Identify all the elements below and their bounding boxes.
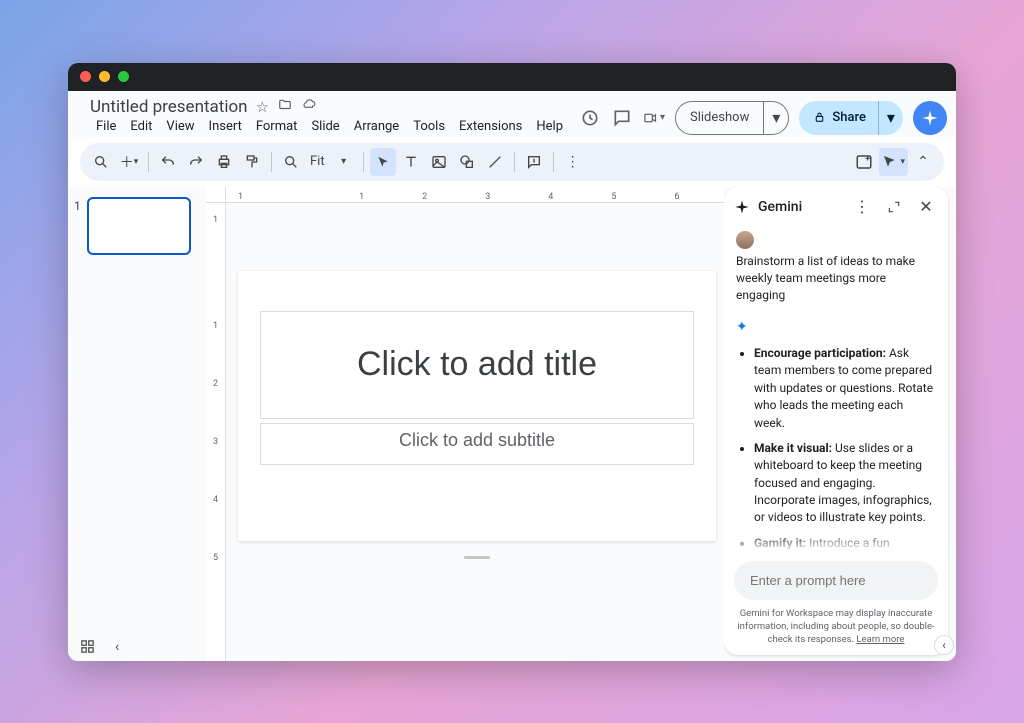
gemini-more-icon[interactable]: ⋮	[850, 195, 874, 219]
menu-bar: File Edit View Insert Format Slide Arran…	[90, 116, 569, 137]
create-image-icon[interactable]	[851, 148, 877, 176]
ruler-horizontal: 11234567	[226, 187, 724, 203]
bottom-bar: ‹	[80, 639, 119, 655]
undo-icon[interactable]	[155, 148, 181, 176]
gemini-spark-icon	[734, 199, 750, 215]
menu-slide[interactable]: Slide	[305, 116, 345, 137]
gemini-expand-icon[interactable]	[882, 195, 906, 219]
select-tool-icon[interactable]	[370, 148, 396, 176]
ruler-corner	[206, 187, 226, 203]
gemini-response-icon: ✦	[736, 317, 936, 337]
more-tools-icon[interactable]: ⋮	[560, 148, 586, 176]
content-area: 1 11234567 112345 Click to add title Cli…	[68, 187, 956, 661]
ruler-vertical: 112345	[206, 203, 226, 661]
header-right: ▾ Slideshow ▾ Share ▾	[579, 97, 956, 135]
comment-add-icon[interactable]	[521, 148, 547, 176]
grid-view-icon[interactable]	[80, 639, 95, 654]
slide-number: 1	[74, 199, 81, 651]
gemini-user-prompt: Brainstorm a list of ideas to make weekl…	[736, 253, 936, 305]
menu-tools[interactable]: Tools	[407, 116, 451, 137]
title-placeholder-text: Click to add title	[357, 345, 597, 384]
gemini-title: Gemini	[758, 199, 842, 215]
toolbar: ＋▾ Fit ▾ ⋮ ▾ ⌃	[80, 143, 944, 181]
menu-extensions[interactable]: Extensions	[453, 116, 528, 137]
gemini-close-icon[interactable]: ✕	[914, 195, 938, 219]
gemini-user-avatar	[736, 231, 754, 249]
gemini-prompt-input[interactable]	[734, 561, 938, 600]
menu-edit[interactable]: Edit	[124, 116, 158, 137]
subtitle-placeholder-box[interactable]: Click to add subtitle	[260, 423, 694, 465]
history-icon[interactable]	[579, 107, 601, 129]
subtitle-placeholder-text: Click to add subtitle	[399, 430, 555, 451]
explore-chevron-icon[interactable]: ‹	[115, 639, 119, 655]
slideshow-dropdown[interactable]: ▾	[763, 102, 788, 134]
list-item: Make it visual: Use slides or a whiteboa…	[754, 440, 936, 527]
menu-format[interactable]: Format	[250, 116, 304, 137]
side-panel-toggle[interactable]: ‹	[934, 635, 954, 655]
slideshow-button[interactable]: Slideshow	[676, 110, 763, 125]
share-button[interactable]: Share	[799, 110, 878, 125]
title-row: Untitled presentation ☆	[90, 97, 569, 117]
menu-view[interactable]: View	[160, 116, 200, 137]
filmstrip: 1	[68, 187, 206, 661]
new-slide-button[interactable]: ＋▾	[116, 148, 142, 176]
list-item: Encourage participation: Ask team member…	[754, 345, 936, 432]
menu-file[interactable]: File	[90, 116, 122, 137]
slide-thumbnail[interactable]	[87, 197, 191, 255]
gemini-spark-button[interactable]	[913, 101, 947, 135]
app-window: Untitled presentation ☆ File Edit View I…	[68, 63, 956, 661]
app-header: Untitled presentation ☆ File Edit View I…	[68, 91, 956, 137]
menu-help[interactable]: Help	[530, 116, 569, 137]
document-title[interactable]: Untitled presentation	[90, 97, 248, 117]
window-minimize-button[interactable]	[99, 71, 110, 82]
share-label: Share	[832, 110, 866, 125]
gemini-response-list: Encourage participation: Ask team member…	[736, 345, 936, 553]
header-middle: Untitled presentation ☆ File Edit View I…	[90, 97, 569, 137]
gemini-panel: Gemini ⋮ ✕ Brainstorm a list of ideas to…	[724, 187, 948, 655]
textbox-icon[interactable]	[398, 148, 424, 176]
gemini-header: Gemini ⋮ ✕	[724, 187, 948, 227]
share-group: Share ▾	[799, 101, 903, 135]
zoom-dropdown[interactable]: ▾	[331, 148, 357, 176]
hide-menus-icon[interactable]: ⌃	[910, 148, 936, 176]
star-icon[interactable]: ☆	[256, 98, 269, 116]
window-titlebar	[68, 63, 956, 91]
title-placeholder-box[interactable]: Click to add title	[260, 311, 694, 419]
line-icon[interactable]	[482, 148, 508, 176]
pen-tool-icon[interactable]: ▾	[879, 148, 908, 176]
paint-format-icon[interactable]	[239, 148, 265, 176]
menu-arrange[interactable]: Arrange	[348, 116, 405, 137]
zoom-fit-label[interactable]: Fit	[310, 154, 325, 169]
move-folder-icon[interactable]	[277, 98, 293, 116]
search-menus-icon[interactable]	[88, 148, 114, 176]
share-dropdown[interactable]: ▾	[878, 101, 903, 135]
menu-insert[interactable]: Insert	[203, 116, 248, 137]
redo-icon[interactable]	[183, 148, 209, 176]
gemini-learn-more-link[interactable]: Learn more	[856, 634, 904, 645]
slideshow-group: Slideshow ▾	[675, 101, 789, 135]
cloud-status-icon[interactable]	[301, 98, 317, 116]
slide-canvas[interactable]: Click to add title Click to add subtitle	[238, 271, 716, 541]
window-maximize-button[interactable]	[118, 71, 129, 82]
image-icon[interactable]	[426, 148, 452, 176]
zoom-icon[interactable]	[278, 148, 304, 176]
meet-icon[interactable]: ▾	[643, 107, 665, 129]
canvas-area: 11234567 112345 Click to add title Click…	[206, 187, 724, 661]
comments-icon[interactable]	[611, 107, 633, 129]
gemini-disclaimer: Gemini for Workspace may display inaccur…	[724, 604, 948, 654]
shape-icon[interactable]	[454, 148, 480, 176]
gemini-body: Brainstorm a list of ideas to make weekl…	[724, 227, 948, 554]
window-close-button[interactable]	[80, 71, 91, 82]
print-icon[interactable]	[211, 148, 237, 176]
speaker-notes-handle[interactable]	[464, 556, 490, 559]
gemini-input-wrap	[724, 553, 948, 604]
